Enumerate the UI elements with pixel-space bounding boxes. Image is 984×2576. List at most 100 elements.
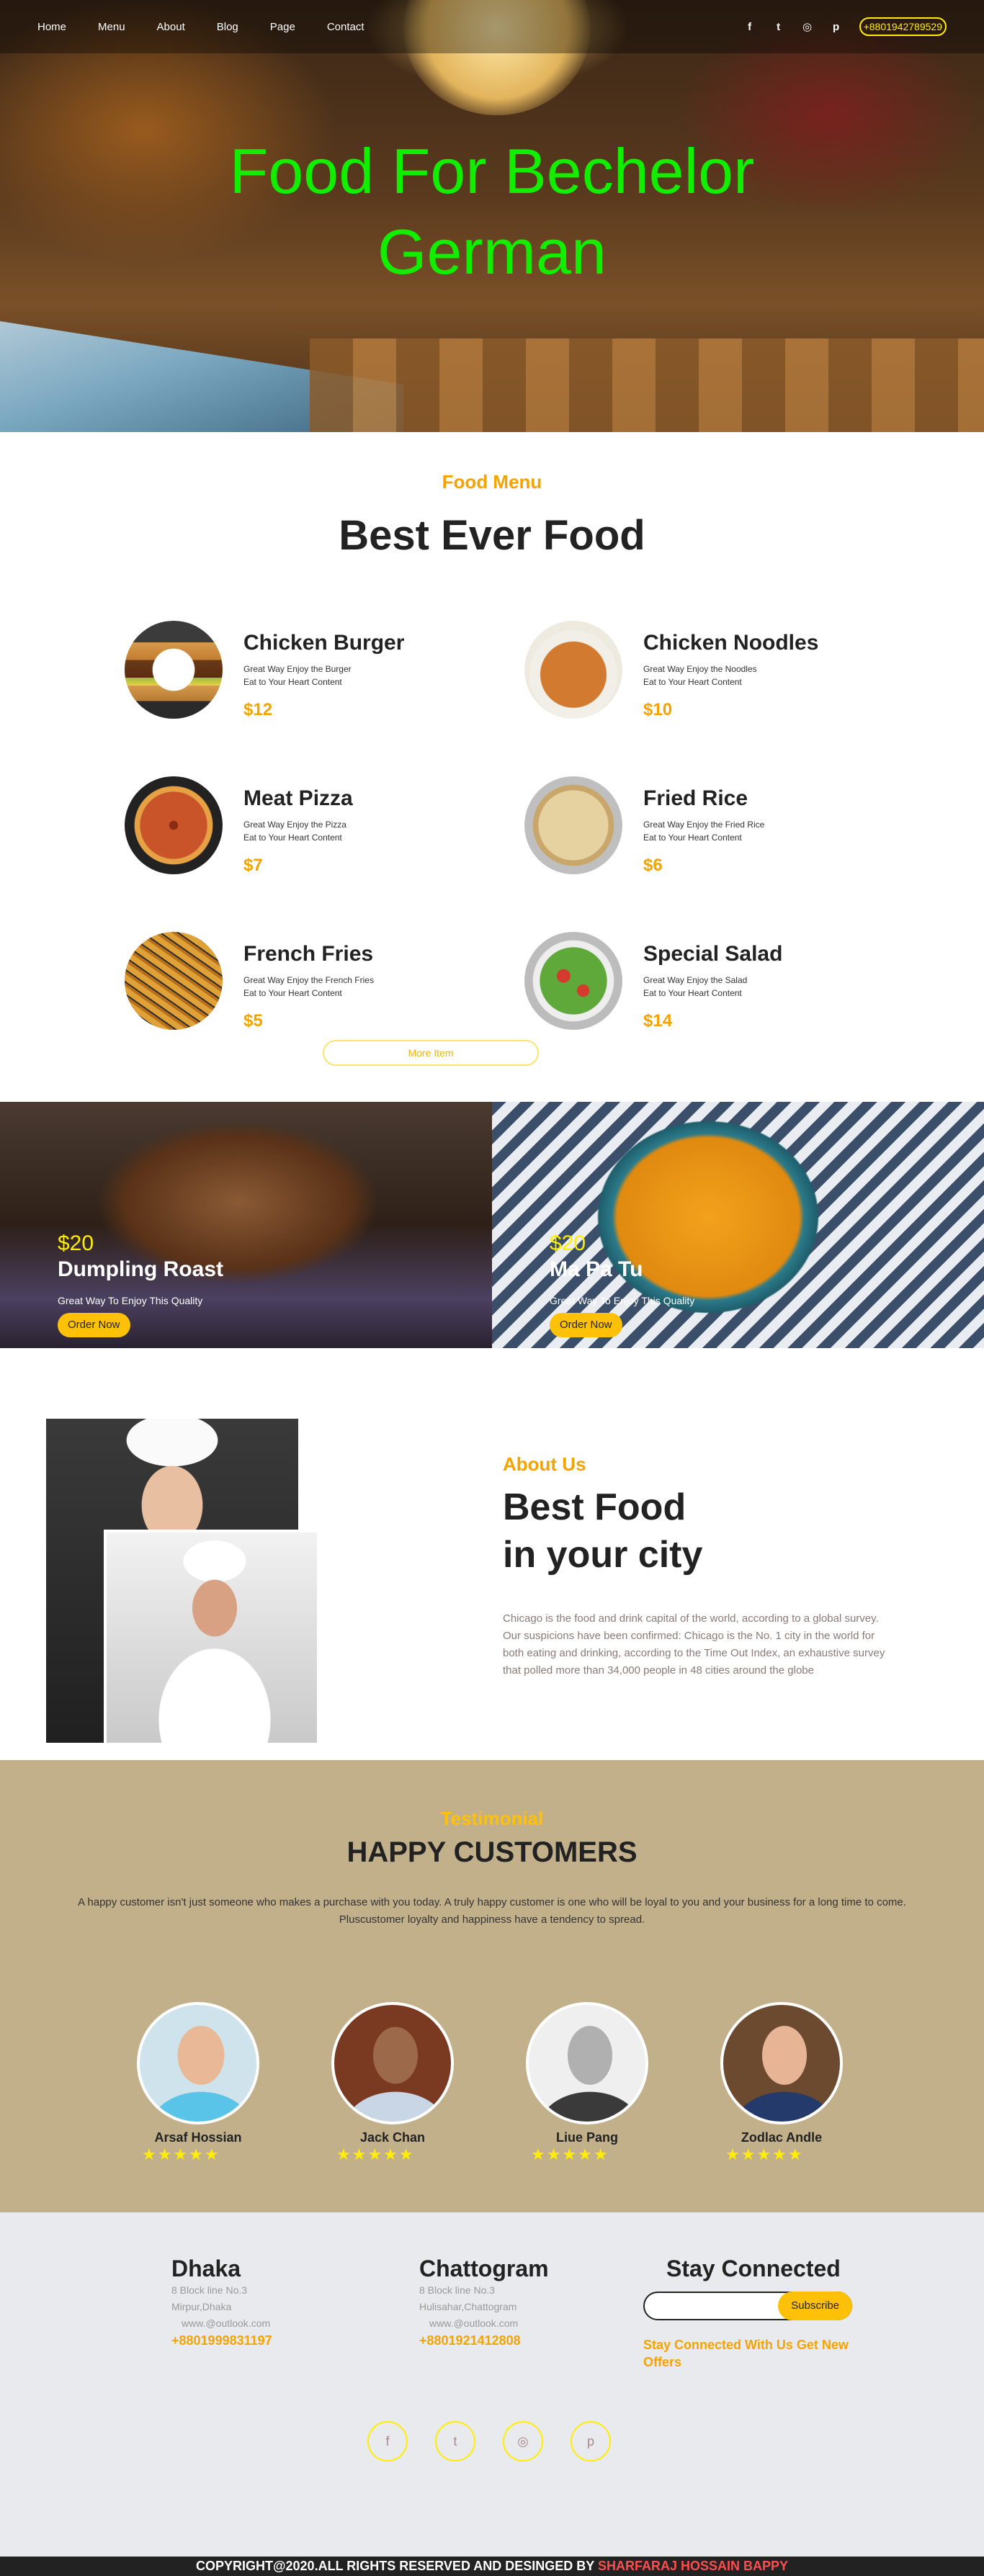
instagram-icon[interactable]: ◎	[802, 20, 813, 33]
footer-chattogram: Chattogram 8 Block line No.3 Hulisahar,C…	[419, 2256, 549, 2348]
menu-item-price: $10	[643, 700, 673, 719]
pinterest-icon[interactable]: p	[571, 2421, 611, 2461]
menu-title: Best Ever Food	[339, 512, 645, 559]
top-navbar: Home Menu About Blog Page Contact f t ◎ …	[0, 0, 984, 53]
rating-stars: ★★★★★	[142, 2145, 220, 2163]
menu-item-name: French Fries	[243, 942, 374, 966]
promo-subtitle: Great Way To Enjoy This Quality	[58, 1295, 203, 1306]
twitter-icon[interactable]: t	[435, 2421, 475, 2461]
avatar	[137, 2002, 259, 2124]
customer-name: Jack Chan	[359, 2130, 426, 2145]
promo-name: Dumpling Roast	[58, 1257, 223, 1281]
menu-item-desc: Great Way Enjoy the French Fries Eat to Y…	[243, 975, 374, 998]
menu-item-desc: Great Way Enjoy the Fried Rice Eat to You…	[643, 820, 765, 843]
footer-dhaka: Dhaka 8 Block line No.3 Mirpur,Dhaka www…	[171, 2256, 272, 2348]
testimonial-kicker: Testimonial	[440, 1808, 544, 1829]
nav-right: f t ◎ p +8801942789529	[744, 17, 947, 36]
nav-menu[interactable]: Menu	[98, 21, 125, 33]
customer-name: Zodlac Andle	[741, 2130, 823, 2145]
nav-contact[interactable]: Contact	[327, 21, 364, 33]
menu-item-name: Special Salad	[643, 942, 783, 966]
menu-item-price: $5	[243, 1011, 263, 1031]
instagram-icon[interactable]: ◎	[503, 2421, 543, 2461]
menu-item-name: Chicken Burger	[243, 631, 405, 655]
customer-name: Arsaf Hossian	[154, 2130, 242, 2145]
hero-title-line2: German	[377, 216, 607, 287]
footer-email[interactable]: www.@outlook.com	[171, 2315, 272, 2332]
menu-item-price: $7	[243, 856, 263, 875]
menu-item-desc: Great Way Enjoy the Burger Eat to Your He…	[243, 664, 352, 687]
hero-tables-decor	[310, 338, 984, 432]
promo-price: $20	[58, 1231, 94, 1255]
hero-title-line1: Food For Bechelor	[229, 135, 755, 207]
nav-links: Home Menu About Blog Page Contact	[37, 21, 396, 33]
testimonial-text: A happy customer isn't just someone who …	[78, 1896, 906, 1926]
menu-item[interactable]: Special Salad Great Way Enjoy the Salad E…	[524, 932, 870, 1040]
testimonial-title: HAPPY CUSTOMERS	[346, 1836, 638, 1868]
hero-title: Food For Bechelor German	[0, 131, 984, 292]
nav-page[interactable]: Page	[270, 21, 295, 33]
menu-item-desc: Great Way Enjoy the Salad Eat to Your Hea…	[643, 975, 748, 998]
menu-item-desc: Great Way Enjoy the Pizza Eat to Your Hea…	[243, 820, 346, 843]
menu-item[interactable]: Chicken Burger Great Way Enjoy the Burge…	[125, 621, 470, 729]
about-kicker: About Us	[503, 1453, 586, 1475]
subscribe-button[interactable]: Subscribe	[778, 2292, 852, 2320]
promo-subtitle: Great Way To Enjoy This Quality	[550, 1295, 695, 1306]
fried-rice-image	[524, 776, 622, 874]
promo-price: $20	[550, 1231, 586, 1255]
footer-phone[interactable]: +8801999831197	[171, 2333, 272, 2348]
nav-about[interactable]: About	[157, 21, 185, 33]
menu-item-name: Fried Rice	[643, 786, 748, 810]
footer-city-title: Chattogram	[419, 2256, 549, 2281]
menu-item-price: $14	[643, 1011, 673, 1031]
pinterest-icon[interactable]: p	[831, 21, 842, 33]
promo-card-roast: $20 Dumpling Roast Great Way To Enjoy Th…	[0, 1102, 492, 1348]
special-salad-image	[524, 932, 622, 1030]
menu-item[interactable]: Chicken Noodles Great Way Enjoy the Nood…	[524, 621, 870, 729]
rating-stars: ★★★★★	[531, 2145, 609, 2163]
menu-kicker: Food Menu	[442, 471, 542, 493]
order-now-button[interactable]: Order Now	[550, 1313, 622, 1337]
menu-item[interactable]: Fried Rice Great Way Enjoy the Fried Ric…	[524, 776, 870, 884]
twitter-icon[interactable]: t	[773, 21, 784, 33]
phone-button[interactable]: +8801942789529	[859, 17, 947, 36]
menu-item-price: $6	[643, 856, 663, 875]
menu-item-desc: Great Way Enjoy the Noodles Eat to Your H…	[643, 664, 757, 687]
nav-blog[interactable]: Blog	[217, 21, 238, 33]
rating-stars: ★★★★★	[725, 2145, 804, 2163]
chicken-noodles-image	[524, 621, 622, 719]
rating-stars: ★★★★★	[336, 2145, 415, 2163]
avatar	[331, 2002, 454, 2124]
order-now-button[interactable]: Order Now	[58, 1313, 130, 1337]
subscribe-email-input[interactable]	[653, 2299, 769, 2310]
avatar	[720, 2002, 843, 2124]
customer-name: Liue Pang	[555, 2130, 618, 2145]
menu-item-price: $12	[243, 700, 273, 719]
nav-home[interactable]: Home	[37, 21, 66, 33]
customer-card: Arsaf Hossian ★★★★★	[133, 2002, 263, 2164]
menu-item[interactable]: Meat Pizza Great Way Enjoy the Pizza Eat …	[125, 776, 470, 884]
subscribe-form: Subscribe	[643, 2292, 852, 2320]
footer-city-title: Dhaka	[171, 2256, 241, 2281]
customer-card: Jack Chan ★★★★★	[328, 2002, 457, 2164]
promo-card-mapatu: $20 Ma Pa Tu Great Way To Enjoy This Qua…	[492, 1102, 984, 1348]
more-item-button[interactable]: More Item	[323, 1040, 539, 1066]
footer-stay-title: Stay Connected	[666, 2256, 841, 2281]
footer-email[interactable]: www.@outlook.com	[419, 2315, 549, 2332]
footer: Dhaka 8 Block line No.3 Mirpur,Dhaka www…	[0, 2212, 984, 2557]
female-chef-photo	[104, 1530, 320, 1746]
meat-pizza-image	[125, 776, 223, 874]
customer-card: Zodlac Andle ★★★★★	[717, 2002, 846, 2164]
facebook-icon[interactable]: f	[367, 2421, 408, 2461]
facebook-icon[interactable]: f	[744, 21, 756, 33]
chicken-burger-image	[125, 621, 223, 719]
menu-item-name: Meat Pizza	[243, 786, 353, 810]
footer-social-row: f t ◎ p	[367, 2421, 611, 2461]
avatar	[526, 2002, 648, 2124]
footer-phone[interactable]: +8801921412808	[419, 2333, 549, 2348]
hero-banner: Home Menu About Blog Page Contact f t ◎ …	[0, 0, 984, 432]
copyright-author[interactable]: SHARFARAJ HOSSAIN BAPPY	[598, 2559, 788, 2573]
menu-item[interactable]: French Fries Great Way Enjoy the French …	[125, 932, 470, 1040]
copyright-bar: COPYRIGHT@2020.ALL RIGHTS RESERVED AND D…	[0, 2557, 984, 2576]
about-title: Best Food in your city	[503, 1486, 703, 1576]
